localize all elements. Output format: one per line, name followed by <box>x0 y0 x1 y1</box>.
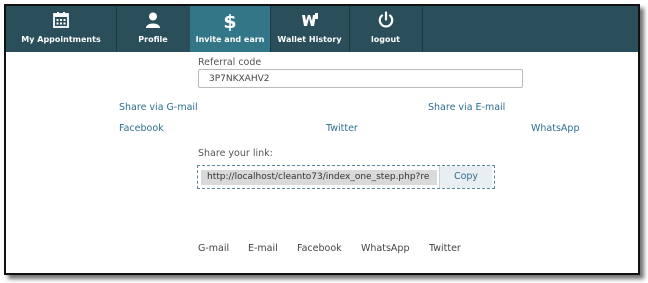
user-icon <box>116 11 190 33</box>
referral-code-label: Referral code <box>198 57 262 68</box>
nav-logout[interactable]: logout <box>349 6 423 52</box>
copy-button[interactable]: Copy <box>439 166 492 188</box>
nav-my-appointments[interactable]: My Appointments <box>6 6 117 52</box>
share-link-group: http://localhost/cleanto73/index_one_ste… <box>197 165 495 189</box>
nav-label: My Appointments <box>21 35 101 44</box>
calendar-icon <box>6 11 116 33</box>
nav-label: Profile <box>138 35 168 44</box>
power-icon <box>349 11 422 33</box>
nav-invite-and-earn[interactable]: $ Invite and earn <box>190 6 271 52</box>
nav-profile[interactable]: Profile <box>116 6 191 52</box>
top-navbar: My Appointments Profile $ Invite and ear… <box>6 6 638 52</box>
share-via-email-link[interactable]: Share via E-mail <box>428 102 505 113</box>
share-twitter-link[interactable]: Twitter <box>326 123 358 134</box>
bottom-link-whatsapp[interactable]: WhatsApp <box>361 243 409 254</box>
bottom-link-twitter[interactable]: Twitter <box>429 243 461 254</box>
nav-label: logout <box>371 35 400 44</box>
bottom-link-email[interactable]: E-mail <box>248 243 278 254</box>
nav-label: Invite and earn <box>195 35 265 44</box>
bottom-link-gmail[interactable]: G-mail <box>198 243 229 254</box>
share-link-input[interactable]: http://localhost/cleanto73/index_one_ste… <box>201 170 437 185</box>
bottom-link-facebook[interactable]: Facebook <box>297 243 342 254</box>
nav-wallet-history[interactable]: Wallet History <box>270 6 350 52</box>
nav-label: Wallet History <box>277 35 342 44</box>
share-your-link-label: Share your link: <box>198 148 273 159</box>
app-window: My Appointments Profile $ Invite and ear… <box>4 4 640 275</box>
referral-code-field[interactable]: 3P7NKXAHV2 <box>198 69 523 88</box>
share-whatsapp-link[interactable]: WhatsApp <box>531 123 579 134</box>
dollar-icon: $ <box>190 11 270 33</box>
share-via-gmail-link[interactable]: Share via G-mail <box>119 102 198 113</box>
svg-text:$: $ <box>223 11 236 31</box>
wallet-icon <box>270 11 349 33</box>
share-facebook-link[interactable]: Facebook <box>119 123 164 134</box>
